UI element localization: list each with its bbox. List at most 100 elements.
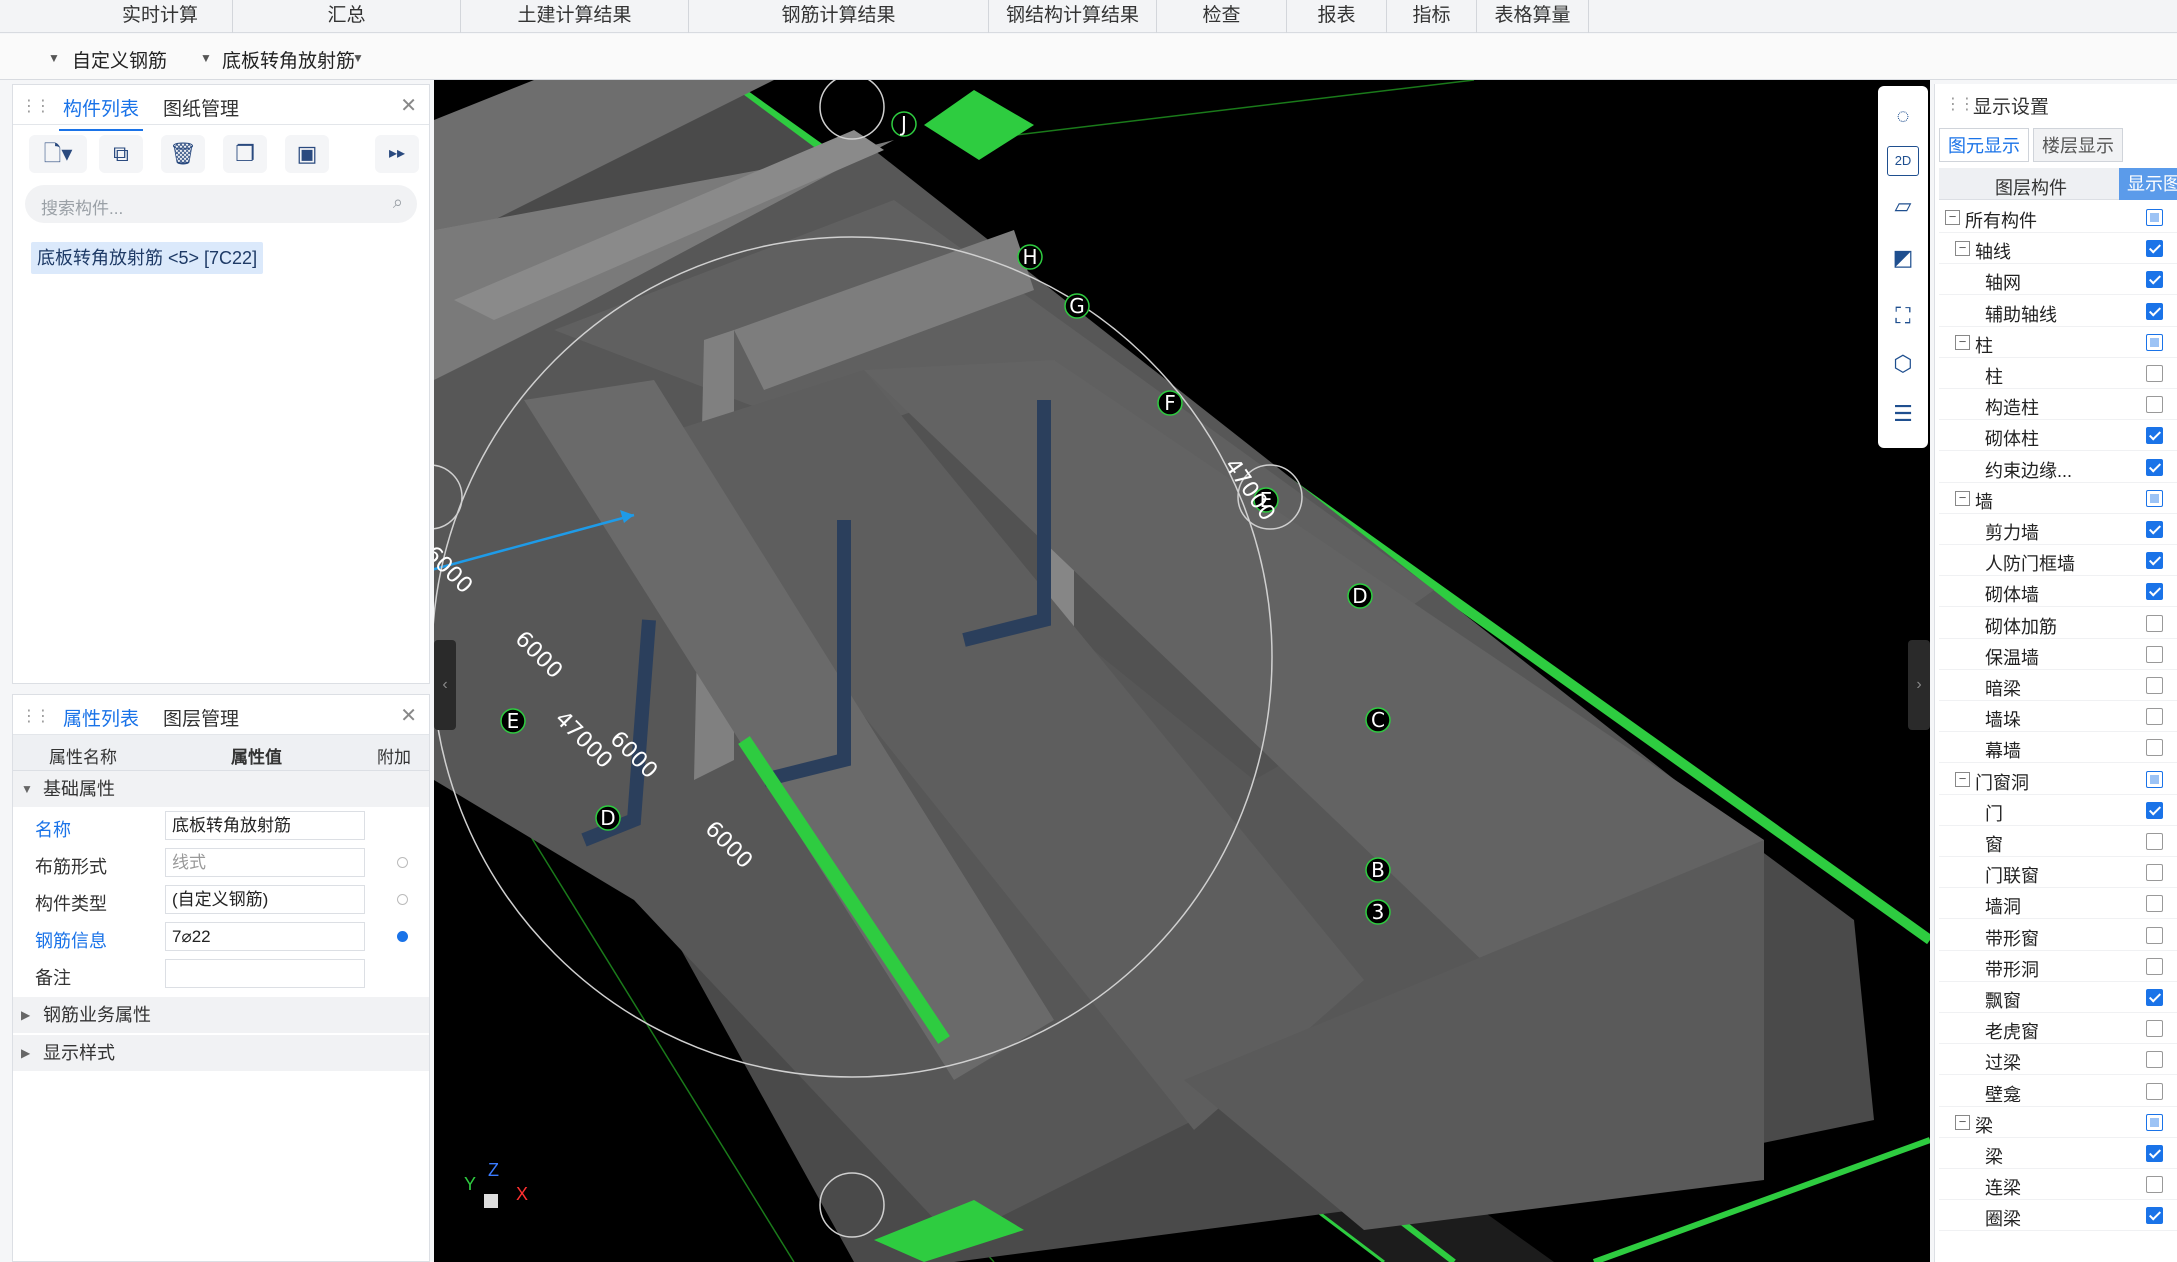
- collapse-left-handle[interactable]: ‹: [434, 640, 456, 730]
- 2d-view-icon[interactable]: 2D: [1887, 146, 1919, 176]
- tab-report[interactable]: 报表: [1287, 0, 1387, 33]
- search-icon[interactable]: ⌕: [393, 192, 403, 213]
- layer-row[interactable]: 过梁: [1939, 1044, 2177, 1076]
- layer-visibility-checkbox[interactable]: [2146, 209, 2163, 226]
- 3d-box-icon[interactable]: ▱: [1887, 190, 1919, 222]
- layer-row[interactable]: 砌体加筋: [1939, 608, 2177, 639]
- layer-row[interactable]: 砌体墙: [1939, 576, 2177, 608]
- layer-row[interactable]: 人防门框墙: [1939, 545, 2177, 577]
- display-cube-icon[interactable]: ⬡: [1887, 348, 1919, 380]
- category-dropdown[interactable]: 自定义钢筋: [72, 46, 167, 73]
- layer-row[interactable]: 保温墙: [1939, 639, 2177, 670]
- layer-row[interactable]: 构造柱: [1939, 389, 2177, 421]
- list-item[interactable]: 底板转角放射筋 <5> [7C22]: [31, 242, 264, 274]
- layer-visibility-checkbox[interactable]: [2146, 396, 2163, 414]
- layer-visibility-checkbox[interactable]: [2146, 833, 2163, 850]
- layer-row[interactable]: 圈梁: [1939, 1200, 2177, 1232]
- tab-property-list[interactable]: 属性列表: [58, 704, 144, 741]
- tab-component-list[interactable]: 构件列表: [58, 94, 144, 131]
- close-icon[interactable]: ✕: [400, 93, 417, 118]
- delete-icon[interactable]: 🗑: [161, 135, 205, 173]
- layer-visibility-checkbox[interactable]: [2146, 926, 2163, 944]
- layer-row[interactable]: 幕墙: [1939, 732, 2177, 764]
- layer-row[interactable]: 墙洞: [1939, 888, 2177, 920]
- layer-row[interactable]: 轴网: [1939, 264, 2177, 296]
- component-dropdown[interactable]: 底板转角放射筋: [222, 46, 355, 73]
- layer-row[interactable]: 老虎窗: [1939, 1013, 2177, 1045]
- layer-row[interactable]: 暗梁: [1939, 670, 2177, 701]
- duplicate-icon[interactable]: ❐: [223, 135, 267, 173]
- tab-steel-results[interactable]: 钢结构计算结果: [989, 0, 1157, 33]
- layer-visibility-checkbox[interactable]: [2146, 801, 2163, 819]
- layer-visibility-checkbox[interactable]: [2146, 864, 2163, 882]
- layer-visibility-checkbox[interactable]: [2146, 989, 2163, 1006]
- tab-element-display[interactable]: 图元显示: [1939, 128, 2029, 162]
- layer-row[interactable]: 带形洞: [1939, 951, 2177, 982]
- model-canvas[interactable]: J H G F E D C B 3 H G F E D 3000 6000 60…: [434, 80, 1930, 1262]
- property-value-input[interactable]: 7⌀22: [165, 922, 365, 951]
- layer-row[interactable]: − 轴线: [1939, 233, 2177, 265]
- layer-row[interactable]: 砌体柱: [1939, 420, 2177, 452]
- layer-visibility-checkbox[interactable]: [2146, 583, 2163, 601]
- extra-radio[interactable]: [397, 931, 408, 942]
- collapse-icon[interactable]: −: [1955, 771, 1970, 787]
- layer-row[interactable]: − 梁: [1939, 1107, 2177, 1138]
- layer-visibility-checkbox[interactable]: [2146, 1051, 2163, 1069]
- layer-visibility-checkbox[interactable]: [2146, 895, 2163, 913]
- chevron-down-icon[interactable]: ▼: [200, 51, 212, 65]
- layer-row[interactable]: 墙垛: [1939, 701, 2177, 733]
- layer-row[interactable]: 梁: [1939, 1138, 2177, 1169]
- chevron-right-icon[interactable]: ▶: [21, 1035, 30, 1071]
- layer-row[interactable]: 剪力墙: [1939, 514, 2177, 545]
- group-basic-props[interactable]: ▼ 基础属性: [13, 771, 429, 807]
- layer-visibility-checkbox[interactable]: [2146, 271, 2163, 289]
- collapse-icon[interactable]: −: [1955, 334, 1970, 350]
- layer-visibility-checkbox[interactable]: [2146, 240, 2163, 258]
- layer-visibility-checkbox[interactable]: [2146, 957, 2163, 975]
- property-value-input[interactable]: 底板转角放射筋: [165, 811, 365, 840]
- more-icon[interactable]: ▸▸: [375, 135, 419, 173]
- component-search-input[interactable]: 搜索构件... ⌕: [25, 185, 417, 223]
- col-show-element[interactable]: 显示图元: [2119, 168, 2177, 200]
- group-rebar-business[interactable]: ▶ 钢筋业务属性: [13, 997, 429, 1033]
- tab-indicator[interactable]: 指标: [1387, 0, 1477, 33]
- layer-row[interactable]: 飘窗: [1939, 982, 2177, 1013]
- close-icon[interactable]: ✕: [400, 703, 417, 728]
- layer-row[interactable]: 柱: [1939, 358, 2177, 389]
- tab-summary[interactable]: 汇总: [233, 0, 461, 33]
- layer-visibility-checkbox[interactable]: [2146, 1020, 2163, 1038]
- chevron-down-icon[interactable]: ▼: [48, 51, 60, 65]
- layer-visibility-checkbox[interactable]: [2146, 708, 2163, 726]
- extra-radio[interactable]: [397, 894, 408, 905]
- layer-visibility-checkbox[interactable]: [2146, 1176, 2163, 1194]
- group-display-style[interactable]: ▶ 显示样式: [13, 1035, 429, 1071]
- drag-handle-icon[interactable]: ⋮⋮: [21, 706, 51, 726]
- layer-visibility-checkbox[interactable]: [2146, 302, 2163, 320]
- collapse-icon[interactable]: −: [1945, 210, 1960, 225]
- tab-layer-management[interactable]: 图层管理: [163, 704, 239, 731]
- orbit-icon[interactable]: ◌: [1887, 100, 1919, 132]
- chevron-right-icon[interactable]: ▶: [21, 997, 30, 1033]
- layer-visibility-checkbox[interactable]: [2146, 1082, 2163, 1100]
- layer-visibility-checkbox[interactable]: [2146, 677, 2163, 694]
- layer-visibility-checkbox[interactable]: [2146, 1207, 2163, 1225]
- layer-visibility-checkbox[interactable]: [2146, 552, 2163, 570]
- property-value-input[interactable]: 线式: [165, 848, 365, 877]
- new-component-icon[interactable]: 🗋▾: [29, 135, 87, 173]
- layer-row[interactable]: 窗: [1939, 826, 2177, 857]
- chevron-down-icon[interactable]: ▼: [352, 51, 364, 65]
- layer-visibility-checkbox[interactable]: [2146, 1145, 2163, 1162]
- extra-radio[interactable]: [397, 857, 408, 868]
- collapse-right-handle[interactable]: ›: [1908, 640, 1930, 730]
- property-value-input[interactable]: (自定义钢筋): [165, 885, 365, 914]
- cube-view-icon[interactable]: ◩: [1887, 242, 1919, 274]
- collapse-icon[interactable]: −: [1955, 1114, 1970, 1130]
- layer-row[interactable]: − 所有构件: [1939, 202, 2177, 233]
- collapse-icon[interactable]: −: [1955, 490, 1970, 506]
- layer-row[interactable]: 门: [1939, 795, 2177, 826]
- layer-visibility-checkbox[interactable]: [2146, 645, 2163, 663]
- view-settings-icon[interactable]: ☰: [1887, 398, 1919, 430]
- layer-visibility-checkbox[interactable]: [2146, 770, 2163, 788]
- layer-row[interactable]: 门联窗: [1939, 857, 2177, 889]
- layer-row[interactable]: 约束边缘...: [1939, 452, 2177, 483]
